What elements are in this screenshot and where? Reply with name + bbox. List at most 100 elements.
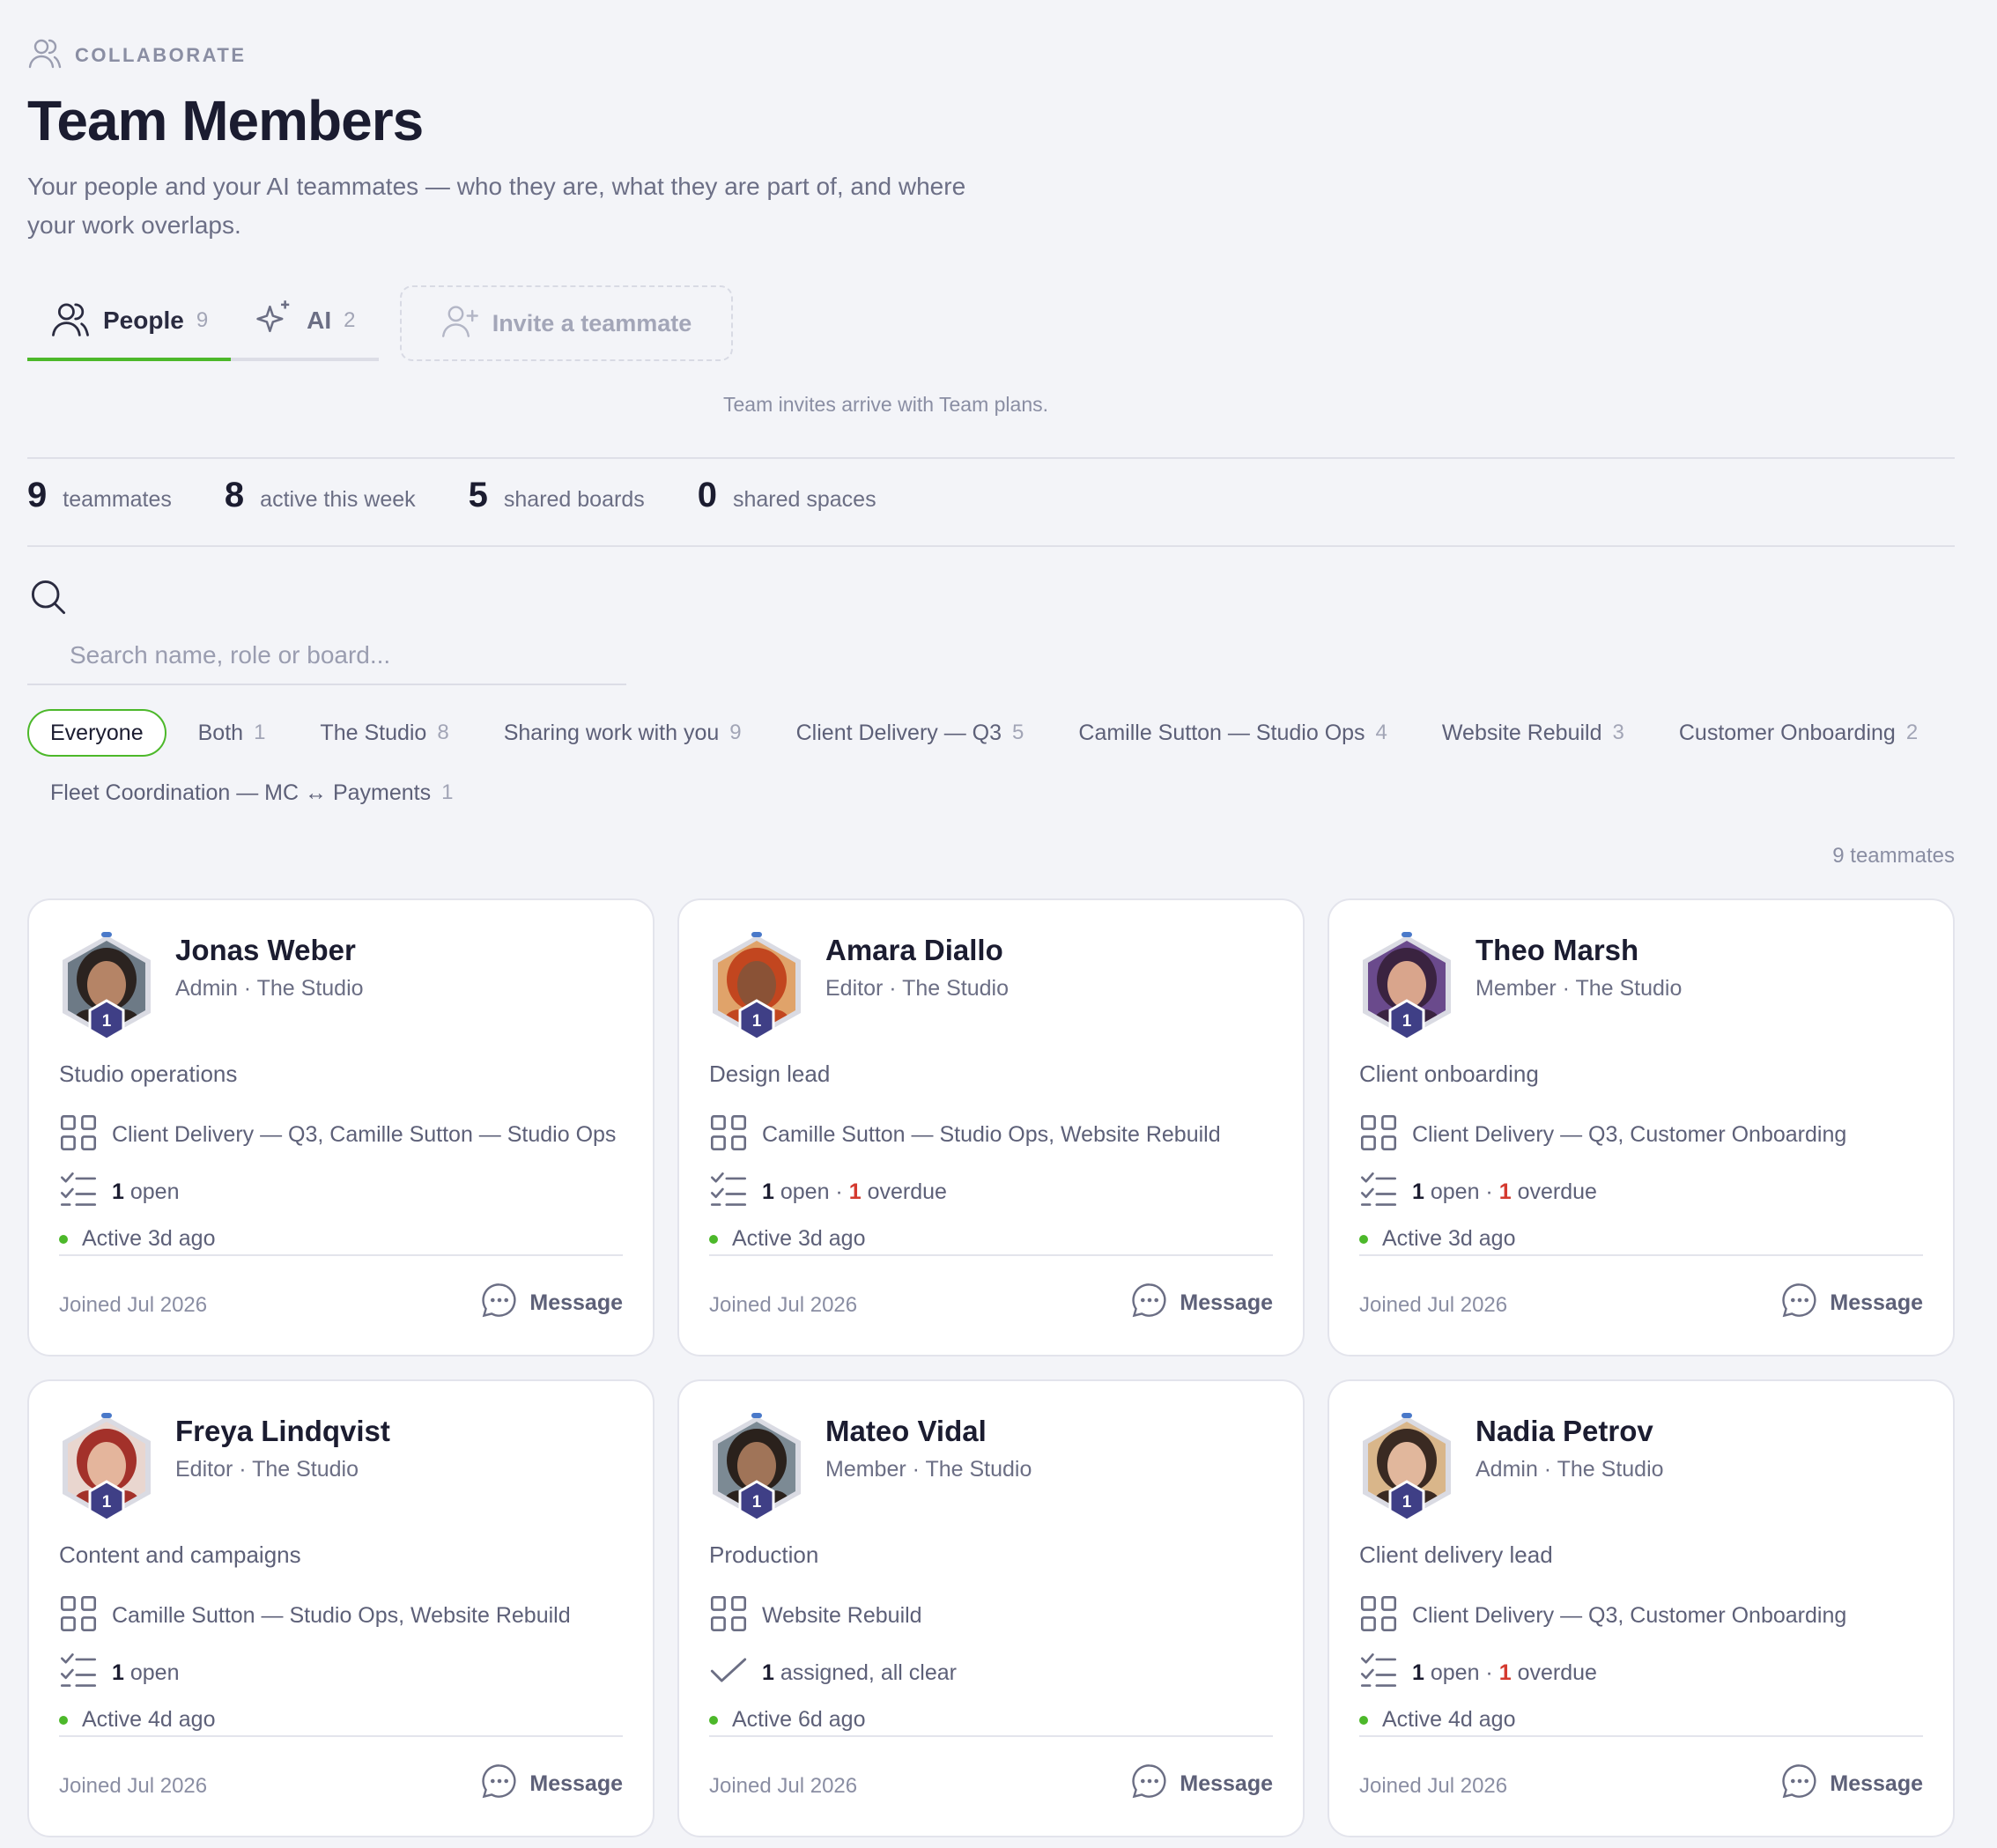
member-description: Studio operations — [59, 1061, 238, 1087]
filter-chip-count: 1 — [441, 780, 454, 804]
member-name: Freya Lindqvist — [175, 1415, 390, 1447]
message-button[interactable]: Message — [1780, 1281, 1923, 1326]
member-description: Design lead — [709, 1061, 831, 1087]
filter-chip-everyone[interactable]: Everyone — [27, 709, 166, 757]
divider — [27, 545, 1955, 547]
filter-chip-camille-sutton-studio-ops[interactable]: Camille Sutton — Studio Ops 4 — [1055, 709, 1410, 757]
filter-chip-website-rebuild[interactable]: Website Rebuild 3 — [1419, 709, 1647, 757]
open-count: 1 — [762, 1179, 774, 1204]
filter-chip-client-delivery-q3[interactable]: Client Delivery — Q3 5 — [773, 709, 1047, 757]
invite-teammate-button[interactable]: Invite a teammate — [400, 285, 733, 361]
member-card[interactable]: 1 Mateo Vidal Member · The Studio Produc… — [677, 1379, 1305, 1837]
filter-chip-count: 3 — [1612, 721, 1624, 744]
message-button[interactable]: Message — [1780, 1762, 1923, 1807]
avatar[interactable]: 1 — [709, 1413, 804, 1522]
divider — [1359, 1254, 1923, 1256]
member-card[interactable]: 1 Nadia Petrov Admin · The Studio Client… — [1328, 1379, 1955, 1837]
joined-date: Joined Jul 2026 — [709, 1293, 858, 1317]
message-button[interactable]: Message — [1130, 1762, 1273, 1807]
checklist-icon — [1359, 1651, 1398, 1696]
status-dot — [59, 1234, 68, 1244]
filter-chip-the-studio[interactable]: The Studio 8 — [297, 709, 471, 757]
people-icon — [50, 299, 91, 344]
tab-count: 9 — [196, 308, 209, 332]
tab-label: AI — [307, 307, 332, 334]
eyebrow: COLLABORATE — [27, 35, 247, 75]
filter-chip-count: 5 — [1012, 721, 1024, 744]
checklist-icon — [1359, 1170, 1398, 1215]
check-icon — [709, 1651, 748, 1696]
member-tasks: 1 open · 1 overdue — [709, 1170, 947, 1215]
page-subtitle: Your people and your AI teammates — who … — [27, 173, 966, 239]
member-tasks: 1 open — [59, 1651, 179, 1696]
overdue-count: 1 — [1498, 1179, 1512, 1204]
member-description: Content and campaigns — [59, 1541, 301, 1568]
people-icon — [27, 35, 63, 75]
stat-shared-boards: 5 shared boards — [468, 476, 645, 514]
avatar[interactable]: 1 — [1359, 1413, 1454, 1522]
tab-people[interactable]: People 9 — [27, 284, 232, 361]
message-label: Message — [529, 1290, 623, 1315]
avatar[interactable]: 1 — [59, 932, 154, 1041]
avatar[interactable]: 1 — [1359, 932, 1454, 1041]
message-button[interactable]: Message — [480, 1281, 623, 1326]
boards-icon — [1359, 1594, 1398, 1637]
member-card[interactable]: 1 Freya Lindqvist Editor · The Studio Co… — [27, 1379, 655, 1837]
message-label: Message — [1830, 1290, 1923, 1315]
member-role: Member · The Studio — [1476, 976, 1683, 1001]
member-role: Admin · The Studio — [1476, 1457, 1664, 1482]
activity-text: Active 3d ago — [1382, 1226, 1516, 1251]
page-title: Team Members — [27, 89, 424, 152]
open-label: open · — [1430, 1179, 1493, 1204]
boards-icon — [709, 1594, 748, 1637]
filter-chip-label: Fleet Coordination — MC ↔ Payments — [50, 780, 432, 805]
checklist-icon — [709, 1170, 748, 1215]
tab-ai[interactable]: AI 2 — [231, 284, 379, 361]
divider — [709, 1735, 1273, 1737]
tab-label: People — [103, 307, 184, 334]
message-label: Message — [1180, 1290, 1273, 1315]
avatar[interactable]: 1 — [59, 1413, 154, 1522]
chat-bubble-icon — [1130, 1281, 1169, 1326]
overdue-count: 1 — [848, 1179, 862, 1204]
activity-status: Active 4d ago — [1359, 1707, 1516, 1733]
open-label: open · — [1430, 1660, 1493, 1685]
chat-bubble-icon — [1130, 1762, 1169, 1807]
member-role: Editor · The Studio — [825, 976, 1009, 1001]
stats-bar: 9 teammates 8 active this week 5 shared … — [27, 476, 929, 515]
assigned-count: 1 — [762, 1660, 774, 1685]
chat-bubble-icon — [1780, 1762, 1819, 1807]
open-count: 1 — [1412, 1179, 1424, 1204]
joined-date: Joined Jul 2026 — [709, 1774, 858, 1798]
message-button[interactable]: Message — [480, 1762, 623, 1807]
member-card[interactable]: 1 Amara Diallo Editor · The Studio Desig… — [677, 898, 1305, 1356]
search-input[interactable] — [27, 627, 626, 685]
filter-chip-label: Camille Sutton — Studio Ops — [1078, 720, 1365, 745]
filter-chip-count: 2 — [1905, 721, 1919, 744]
result-count: 9 teammates — [1832, 844, 1955, 868]
member-boards: Website Rebuild — [709, 1594, 922, 1637]
filter-chip-fleet-coordination-mc-payments[interactable]: Fleet Coordination — MC ↔ Payments 1 — [27, 769, 476, 817]
avatar[interactable]: 1 — [709, 932, 804, 1041]
filter-chip-customer-onboarding[interactable]: Customer Onboarding 2 — [1656, 709, 1941, 757]
divider — [59, 1254, 623, 1256]
open-label: open — [129, 1179, 180, 1204]
search-icon — [29, 578, 68, 621]
open-label: open · — [780, 1179, 843, 1204]
boards-icon — [59, 1113, 98, 1157]
level-badge: 1 — [737, 999, 776, 1041]
divider — [59, 1735, 623, 1737]
stat-active-this-week: 8 active this week — [224, 476, 416, 514]
message-button[interactable]: Message — [1130, 1281, 1273, 1326]
filter-chip-both[interactable]: Both 1 — [175, 709, 289, 757]
filter-chip-label: Website Rebuild — [1441, 720, 1602, 745]
member-description: Production — [709, 1541, 819, 1568]
member-card[interactable]: 1 Theo Marsh Member · The Studio Client … — [1328, 898, 1955, 1356]
member-card[interactable]: 1 Jonas Weber Admin · The Studio Studio … — [27, 898, 655, 1356]
tab-count: 2 — [344, 308, 356, 332]
member-boards: Camille Sutton — Studio Ops, Website Reb… — [709, 1113, 1221, 1157]
member-role: Admin · The Studio — [175, 976, 364, 1001]
checklist-icon — [59, 1170, 98, 1215]
status-dot — [1359, 1234, 1368, 1244]
filter-chip-sharing-work-with-you[interactable]: Sharing work with you 9 — [481, 709, 765, 757]
